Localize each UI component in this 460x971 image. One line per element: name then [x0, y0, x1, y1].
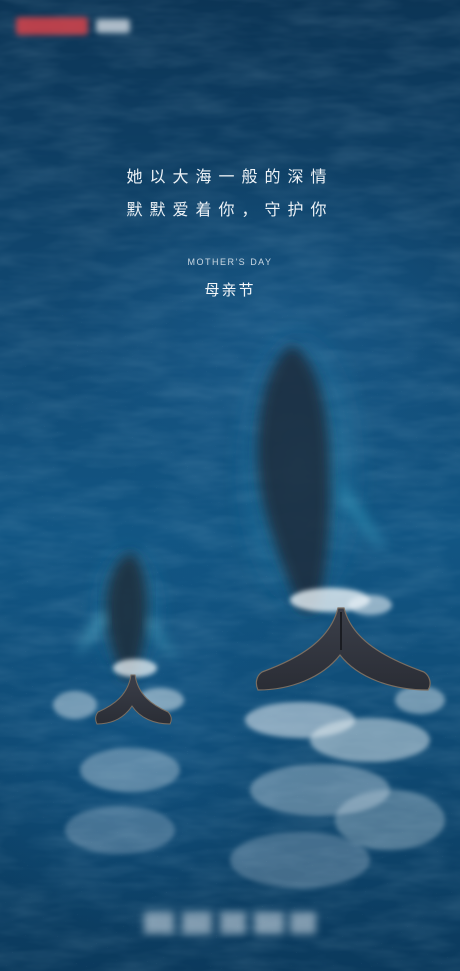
- watermark-blurred: [140, 906, 320, 940]
- calf-whale: [53, 540, 184, 854]
- mother-whale: [230, 320, 445, 888]
- whales-scene: [53, 320, 445, 888]
- mothers-day-poster: 她以大海一般的深情 默默爱着你，守护你 MOTHER'S DAY 母亲节: [0, 0, 460, 971]
